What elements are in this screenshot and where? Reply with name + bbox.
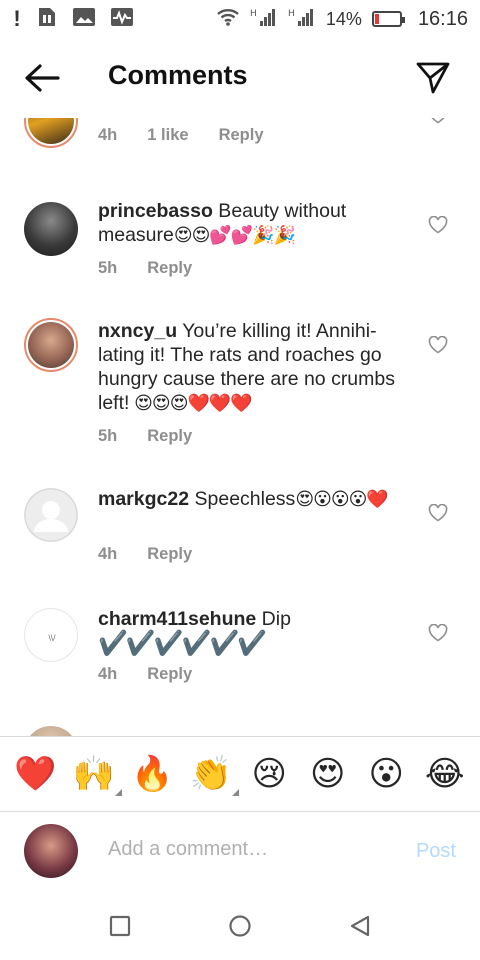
like-count[interactable]: 1 like bbox=[147, 126, 188, 145]
recents-button[interactable] bbox=[108, 914, 132, 938]
signal-icon: H bbox=[288, 7, 316, 32]
post-button[interactable]: Post bbox=[416, 840, 456, 863]
share-button[interactable] bbox=[414, 58, 452, 96]
reaction-clap-button[interactable]: 👏 bbox=[189, 752, 239, 796]
comment-emojis: ✔️✔️✔️✔️✔️✔️ bbox=[98, 629, 267, 657]
my-avatar bbox=[24, 824, 78, 878]
username[interactable]: princebasso bbox=[98, 200, 213, 222]
arrow-left-icon bbox=[25, 64, 60, 92]
reaction-heart-button[interactable]: ❤️ bbox=[13, 752, 57, 796]
battery-icon bbox=[371, 11, 405, 27]
avatar[interactable] bbox=[24, 726, 78, 736]
svg-text:H: H bbox=[288, 9, 295, 19]
like-button[interactable] bbox=[428, 335, 448, 354]
comment-time: 5h bbox=[98, 427, 118, 445]
avatar[interactable] bbox=[24, 318, 78, 372]
comment-meta: 5h Reply bbox=[98, 259, 192, 278]
comment-text: nxncy_u You’re killing it! Annihi-lating… bbox=[98, 320, 395, 414]
back-button[interactable] bbox=[22, 62, 62, 94]
comment-item bbox=[0, 726, 480, 736]
signal-icon: H bbox=[250, 7, 278, 32]
comment-emojis: 😍😍😍❤️❤️❤️ bbox=[129, 393, 253, 414]
heart-icon bbox=[428, 335, 448, 354]
username[interactable]: charm411sehune bbox=[98, 608, 256, 630]
comment-time: 4h bbox=[98, 665, 118, 683]
like-button[interactable] bbox=[428, 623, 448, 642]
circle-icon bbox=[229, 915, 251, 937]
heart-icon bbox=[431, 118, 445, 124]
brand-logo-icon: \\/ bbox=[48, 634, 56, 642]
comment-emojis: 🎉🎉 bbox=[252, 225, 296, 246]
comment-item: nxncy_u You’re killing it! Annihi-lating… bbox=[0, 316, 480, 466]
page-title: Comments bbox=[108, 60, 248, 90]
skin-tone-indicator-icon bbox=[231, 789, 239, 796]
comment-meta: 5h Reply bbox=[98, 427, 192, 446]
avatar[interactable] bbox=[24, 118, 78, 148]
comment-text: princebasso Beauty without measure😍😍💕💕🎉🎉 bbox=[98, 200, 347, 246]
triangle-back-icon bbox=[350, 915, 370, 937]
reaction-raised-hands-button[interactable]: 🙌 bbox=[72, 752, 122, 796]
reaction-laugh-button[interactable]: 😂 bbox=[423, 752, 467, 796]
heart-icon bbox=[428, 503, 448, 522]
reply-button[interactable]: Reply bbox=[147, 665, 192, 684]
status-bar: ! H H 14% 16:16 bbox=[0, 0, 480, 38]
username[interactable]: nxncy_u bbox=[98, 320, 177, 342]
reaction-fire-button[interactable]: 🔥 bbox=[130, 752, 174, 796]
comment-emojis: 😍😍💕💕 bbox=[173, 225, 253, 246]
reaction-cry-button[interactable]: 😢 bbox=[247, 752, 291, 796]
comment-meta: 4h Reply bbox=[98, 665, 192, 684]
like-button[interactable] bbox=[428, 503, 448, 522]
username[interactable]: markgc22 bbox=[98, 488, 189, 510]
reply-button[interactable]: Reply bbox=[219, 126, 264, 145]
reply-button[interactable]: Reply bbox=[147, 545, 192, 564]
gallery-icon bbox=[72, 6, 96, 33]
comment-input[interactable] bbox=[108, 838, 398, 861]
square-icon bbox=[109, 915, 131, 937]
comment-meta: 4h Reply bbox=[98, 545, 192, 564]
svg-text:H: H bbox=[250, 9, 257, 19]
reply-button[interactable]: Reply bbox=[147, 259, 192, 278]
activity-icon bbox=[110, 6, 134, 33]
reaction-heart-eyes-button[interactable]: 😍 bbox=[306, 752, 350, 796]
comment-composer: Post bbox=[0, 812, 480, 896]
comment-meta: 4h 1 like Reply bbox=[98, 126, 264, 145]
comment-text: charm411sehune Dip ✔️✔️✔️✔️✔️✔️ bbox=[98, 608, 291, 657]
svg-text:\\/: \\/ bbox=[48, 634, 56, 642]
sim-icon bbox=[36, 6, 58, 33]
avatar[interactable]: \\/ bbox=[24, 608, 78, 662]
comment-time: 5h bbox=[98, 259, 118, 277]
reply-button[interactable]: Reply bbox=[147, 427, 192, 446]
comment-emojis: 😍😮😮😮❤️ bbox=[295, 489, 388, 510]
avatar[interactable] bbox=[24, 488, 78, 542]
alert-icon: ! bbox=[13, 6, 21, 31]
comment-time: 4h bbox=[98, 126, 118, 144]
comment-item: princebasso Beauty without measure😍😍💕💕🎉🎉… bbox=[0, 196, 480, 296]
default-avatar-icon bbox=[24, 488, 78, 542]
reaction-wow-button[interactable]: 😮 bbox=[364, 752, 408, 796]
heart-icon bbox=[428, 623, 448, 642]
back-nav-button[interactable] bbox=[348, 914, 372, 938]
system-nav-bar bbox=[0, 896, 480, 960]
paper-plane-icon bbox=[416, 62, 450, 94]
skin-tone-indicator-icon bbox=[114, 789, 122, 796]
comment-list[interactable]: 4h 1 like Reply princebasso Beauty witho… bbox=[0, 118, 480, 736]
home-button[interactable] bbox=[228, 914, 252, 938]
wifi-icon bbox=[216, 7, 240, 32]
clock: 16:16 bbox=[417, 7, 468, 30]
comment-item: 4h 1 like Reply bbox=[0, 118, 480, 174]
avatar[interactable] bbox=[24, 202, 78, 256]
comment-text: markgc22 Speechless😍😮😮😮❤️ bbox=[98, 488, 389, 510]
battery-percent: 14% bbox=[325, 8, 362, 29]
quick-reaction-bar: ❤️ 🙌 🔥 👏 😢 😍 😮 😂 bbox=[0, 736, 480, 812]
header: Comments bbox=[0, 38, 480, 118]
like-button[interactable] bbox=[428, 215, 448, 234]
heart-icon bbox=[428, 215, 448, 234]
comment-item: \\/ charm411sehune Dip ✔️✔️✔️✔️✔️✔️ 4h Re… bbox=[0, 604, 480, 714]
like-button[interactable] bbox=[428, 118, 448, 124]
comment-time: 4h bbox=[98, 545, 118, 563]
comment-item: markgc22 Speechless😍😮😮😮❤️ 4h Reply bbox=[0, 484, 480, 594]
